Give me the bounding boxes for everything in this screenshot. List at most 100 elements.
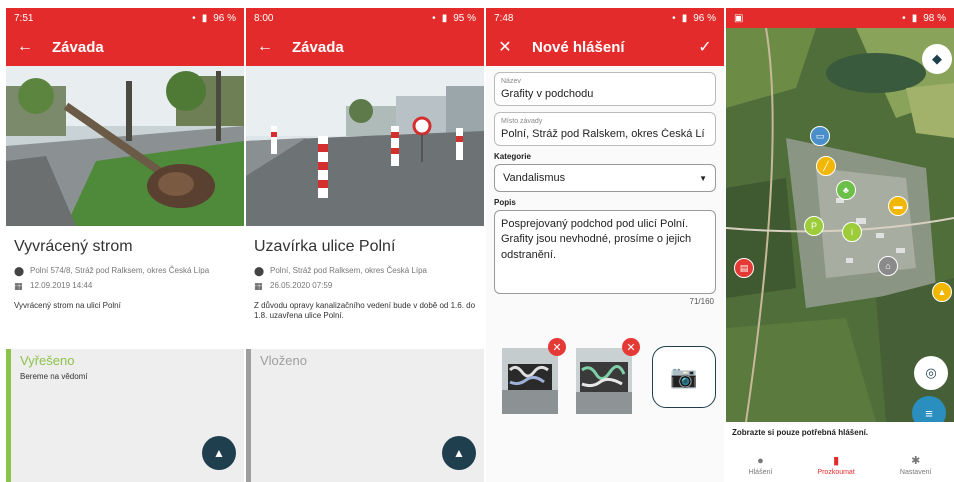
map-pin-greenery[interactable]: ♣ [836,180,856,200]
status-time: 7:48 [494,12,514,24]
state-color-bar [6,349,11,482]
category-select[interactable]: Vandalismus ▼ [494,164,716,192]
nav-item-explore[interactable]: ▮ Prozkoumat [817,454,854,476]
map-pin-warning[interactable]: ▲ [932,282,952,302]
report-address-row: ⬤ Polní, Stráž pod Ralksem, okres Česká … [254,266,476,277]
map-pin-building[interactable]: ⌂ [878,256,898,276]
place-label: Místo závady [501,118,543,125]
map-pin-road[interactable]: ▬ [888,196,908,216]
remove-photo-button[interactable]: ✕ [548,338,566,356]
my-location-button[interactable]: ◎ [914,356,948,390]
description-label: Popis [494,198,516,207]
report-state: Vyřešeno [20,353,75,368]
name-field[interactable]: Název Grafity v podchodu [494,72,716,106]
navigation-arrow-icon: ▲ [213,446,225,460]
battery-level: 96 % [693,12,716,24]
navigate-fab[interactable]: ▲ [442,436,476,470]
bus-icon: ▤ [739,262,749,273]
parking-icon: P [810,221,817,231]
back-arrow-icon[interactable]: ← [256,38,274,56]
app-bar-title: Závada [52,38,104,56]
screen-divider [484,8,486,482]
category-label: Kategorie [494,152,531,161]
app-bar: ✕ Nové hlášení ✓ [486,28,724,66]
screen-new-report: 7:48 • ▮ 96 % ✕ Nové hlášení ✓ Název Grafi… [486,8,724,482]
report-date-row: ▦ 12.09.2019 14:44 [14,281,236,292]
nav-label: Prozkoumat [817,469,855,476]
filter-icon: ≡ [925,405,933,421]
layers-button[interactable]: ◆ [922,44,952,74]
report-photo [6,66,244,226]
close-icon: ✕ [626,341,636,354]
battery-level: 96 % [213,12,236,24]
report-description: Z důvodu opravy kanalizačního vedení bud… [254,300,476,320]
screen-detail-closure: 8:00 • ▮ 95 % ← Závada Uzavírka ulice Po… [246,8,484,482]
check-icon[interactable]: ✓ [696,37,714,57]
report-date-row: ▦ 26.05.2020 07:59 [254,281,476,292]
attached-photo[interactable] [502,348,558,414]
map-pin-transport[interactable]: ▭ [810,126,830,146]
tree-icon: ♣ [843,185,849,195]
status-bar: 8:00 • ▮ 95 % [246,8,484,28]
app-bar: ← Závada [6,28,244,66]
category-value: Vandalismus [503,172,566,184]
report-icon: ● [757,454,764,467]
car-icon: ▬ [893,201,903,211]
report-description: Vyvrácený strom na ulici Polní [14,300,121,310]
attached-photo[interactable] [576,348,632,414]
report-date: 26.05.2020 07:59 [270,281,333,291]
map-icon: ▮ [833,455,840,467]
bus-icon: ▭ [815,130,825,141]
report-detail: Uzavírka ulice Polní ⬤ Polní, Stráž pod … [246,226,484,333]
remove-photo-button[interactable]: ✕ [622,338,640,356]
signal-icon: • [432,12,436,24]
navigate-fab[interactable]: ▲ [202,436,236,470]
report-address: Polní, Stráž pod Ralksem, okres Česká Lí… [270,266,427,275]
app-bar-title: Závada [292,38,344,56]
report-detail: Vyvrácený strom ⬤ Polní 574/8, Stráž pod… [6,226,244,323]
layers-icon: ◆ [932,51,942,66]
battery-icon: ▮ [681,12,688,24]
bottom-navigation: ● Hlášení ▮ Prozkoumat ✱ Nastavení [726,448,954,482]
name-value: Grafity v podchodu [501,88,594,100]
app-bar: ← Závada [246,28,484,66]
battery-level: 98 % [923,12,946,24]
signal-icon: • [902,12,906,24]
calendar-icon: ▦ [14,281,23,292]
screenshot-collage: 7:51 • ▮ 96 % ← Závada Vyvrácený strom ⬤… [0,0,954,482]
navigation-arrow-icon: ▲ [453,446,465,460]
battery-icon: ▮ [911,12,918,24]
close-icon[interactable]: ✕ [496,37,514,57]
dropdown-arrow-icon: ▼ [699,173,707,183]
map-pin-light[interactable]: ╱ [816,156,836,176]
place-field[interactable]: Místo závady Polní, Stráž pod Ralskem, o… [494,112,716,146]
app-bar-title: Nové hlášení [532,38,625,56]
screen-divider [244,8,246,482]
place-value: Polní, Stráž pod Ralskem, okres Česká Lí [501,128,705,140]
map-pin-parking[interactable]: P [804,216,824,236]
add-photo-button[interactable]: 📷 [652,346,716,408]
status-bar: 7:51 • ▮ 96 % [6,8,244,28]
nav-item-settings[interactable]: ✱ Nastavení [900,454,932,476]
map-pin-info[interactable]: i [842,222,862,242]
description-textarea[interactable]: Posprejovaný podchod pod ulicí Polní. Gr… [494,210,716,294]
close-icon: ✕ [552,341,562,354]
filter-hint: Zobrazte si pouze potřebná hlášení. [732,428,869,437]
photo-attachments: ✕ ✕ 📷 [500,338,716,414]
signal-icon: • [192,12,196,24]
app-notification-icon: ▣ [734,12,744,24]
calendar-icon: ▦ [254,281,263,292]
map-view[interactable]: ▭ ╱ ♣ ▬ P i ⌂ ▤ ▲ ◆ ◎ [726,28,954,422]
character-counter: 71/160 [689,297,714,306]
back-arrow-icon[interactable]: ← [16,38,34,56]
my-location-icon: ◎ [925,365,937,380]
report-photo [246,66,484,226]
nav-item-reports[interactable]: ● Hlášení [749,455,773,476]
location-pin-icon: ⬤ [14,266,25,276]
status-time: 8:00 [254,12,274,24]
map-pin-bus[interactable]: ▤ [734,258,754,278]
battery-level: 95 % [453,12,476,24]
settings-icon: ✱ [911,455,921,467]
status-time: 7:51 [14,12,34,24]
report-address: Polní 574/8, Stráž pod Ralksem, okres Če… [30,266,210,275]
